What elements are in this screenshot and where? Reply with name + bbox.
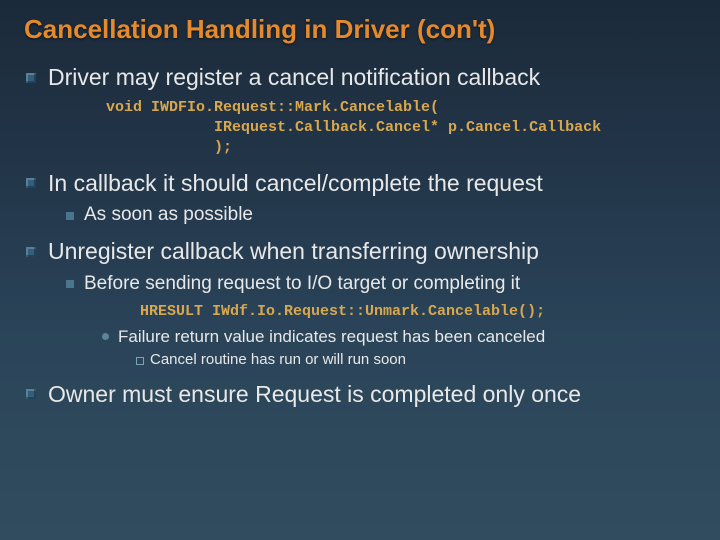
bullet-text: Unregister callback when transferring ow… [48, 238, 539, 264]
bullet-list-lvl1: Before sending request to I/O target or … [48, 272, 696, 370]
slide-title: Cancellation Handling in Driver (con't) [24, 14, 696, 45]
bullet-text: Driver may register a cancel notificatio… [48, 64, 540, 90]
bullet-item: Before sending request to I/O target or … [66, 272, 696, 370]
bullet-item: Cancel routine has run or will run soon [136, 351, 696, 370]
bullet-item: Owner must ensure Request is completed o… [26, 380, 696, 409]
bullet-list-lvl1: As soon as possible [48, 203, 696, 227]
bullet-text: Before sending request to I/O target or … [84, 273, 520, 294]
bullet-item: Unregister callback when transferring ow… [26, 237, 696, 370]
bullet-item: As soon as possible [66, 203, 696, 227]
bullet-item: Driver may register a cancel notificatio… [26, 63, 696, 159]
bullet-text: Failure return value indicates request h… [118, 327, 545, 346]
code-block: HRESULT IWdf.Io.Request::Unmark.Cancelab… [140, 302, 696, 322]
bullet-list-lvl2: Failure return value indicates request h… [84, 326, 696, 370]
bullet-list-lvl0: Driver may register a cancel notificatio… [24, 63, 696, 409]
bullet-text: In callback it should cancel/complete th… [48, 170, 543, 196]
bullet-text: As soon as possible [84, 204, 253, 225]
bullet-item: Failure return value indicates request h… [102, 326, 696, 370]
bullet-item: In callback it should cancel/complete th… [26, 169, 696, 228]
bullet-text: Owner must ensure Request is completed o… [48, 381, 581, 407]
code-block: void IWDFIo.Request::Mark.Cancelable( IR… [106, 98, 696, 159]
bullet-text: Cancel routine has run or will run soon [150, 351, 406, 368]
slide: Cancellation Handling in Driver (con't) … [0, 0, 720, 540]
bullet-list-lvl3: Cancel routine has run or will run soon [118, 351, 696, 370]
